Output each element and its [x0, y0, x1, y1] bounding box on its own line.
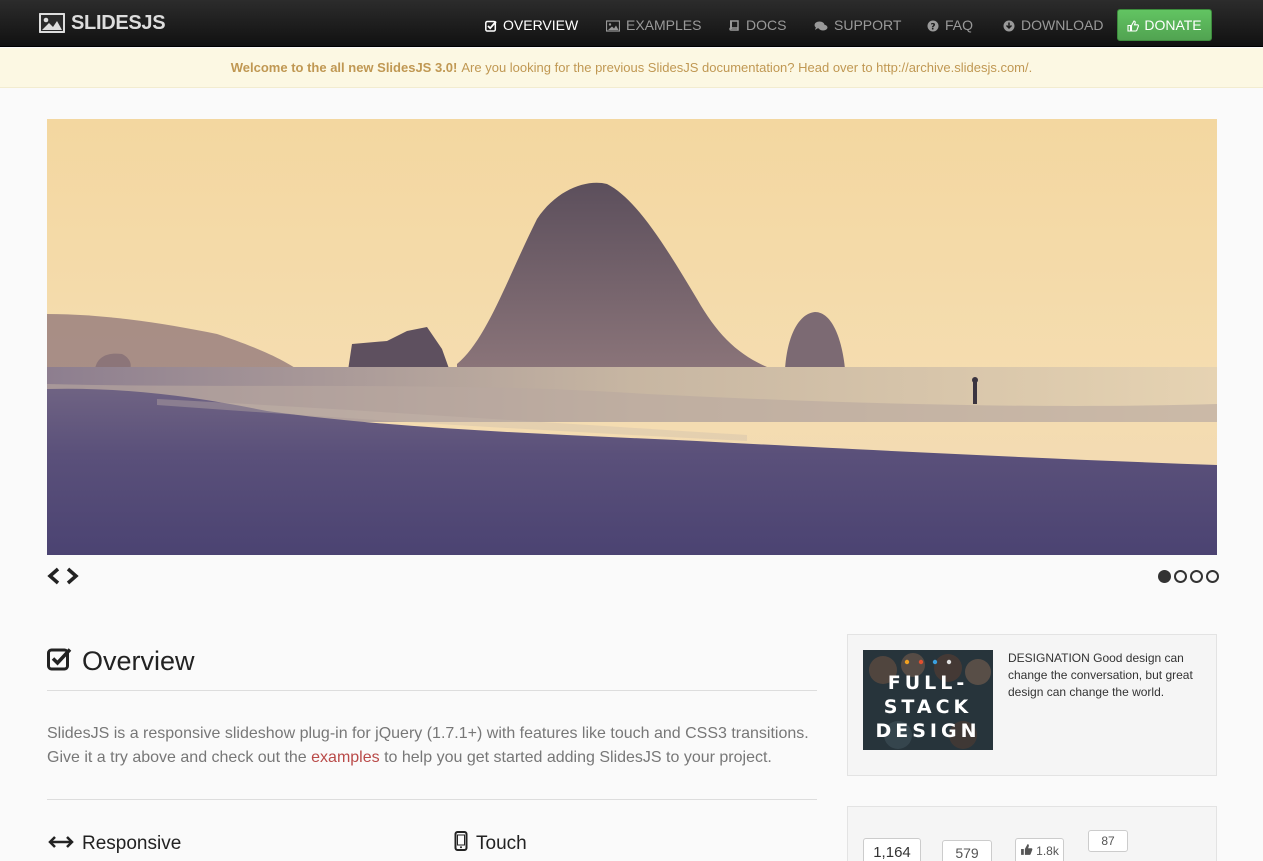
feature-responsive-label: Responsive: [82, 833, 182, 854]
resize-horizontal-icon: [48, 833, 74, 855]
nav-docs[interactable]: DOCS: [728, 16, 786, 34]
slideshow-next-button[interactable]: [64, 567, 80, 585]
thumbs-up-icon: [1127, 19, 1140, 32]
overview-title: Overview: [82, 645, 195, 676]
picture-icon: [39, 13, 65, 33]
svg-text:?: ?: [930, 22, 935, 32]
question-circle-icon: ?: [927, 19, 939, 32]
slide-dot-3[interactable]: [1190, 570, 1203, 583]
ad-image[interactable]: FULL- STACK DESIGN: [863, 650, 993, 750]
announcement-banner: Welcome to the all new SlidesJS 3.0! Are…: [0, 48, 1263, 88]
ad-copy[interactable]: DESIGNATION Good design can change the c…: [1008, 650, 1208, 701]
like-button[interactable]: 1.8k: [1015, 838, 1064, 861]
check-square-icon: [485, 19, 497, 32]
sponsor-ad[interactable]: FULL- STACK DESIGN DESIGNATION Good desi…: [847, 634, 1217, 776]
nav-download-label: DOWNLOAD: [1021, 17, 1104, 33]
share-count-1[interactable]: 1,164: [863, 838, 921, 861]
slide-dot-2[interactable]: [1174, 570, 1187, 583]
ad-image-text-line: STACK: [883, 696, 973, 718]
examples-link[interactable]: examples: [311, 749, 379, 766]
slideshow-prev-button[interactable]: [46, 567, 62, 585]
feature-touch-label: Touch: [476, 833, 527, 854]
chevron-right-icon: [66, 567, 79, 585]
overview-heading: Overview: [47, 645, 195, 677]
check-square-icon: [47, 647, 72, 676]
feature-touch: Touch: [454, 831, 527, 857]
brand-name: SLIDESJS: [71, 11, 166, 34]
nav-faq[interactable]: ? FAQ: [927, 16, 973, 34]
mobile-phone-icon: [454, 831, 468, 857]
nav-faq-label: FAQ: [945, 17, 974, 33]
divider: [47, 690, 817, 691]
share-count-2[interactable]: 579: [942, 840, 992, 861]
nav-examples-label: EXAMPLES: [626, 17, 702, 33]
divider: [47, 799, 817, 800]
slide-dot-4[interactable]: [1206, 570, 1219, 583]
announcement-text: Are you looking for the previous SlidesJ…: [461, 60, 1033, 75]
thumbs-up-icon: [1020, 843, 1033, 859]
nav-examples[interactable]: EXAMPLES: [605, 16, 702, 34]
overview-text-part: to help you get started adding SlidesJS …: [379, 749, 772, 766]
slideshow-pagination: [1158, 570, 1219, 583]
like-count: 1.8k: [1036, 844, 1059, 858]
nav-support[interactable]: SUPPORT: [814, 16, 901, 34]
brand-logo[interactable]: SLIDESJS: [39, 11, 166, 34]
overview-description: SlidesJS is a responsive slideshow plug-…: [47, 722, 817, 770]
nav-support-label: SUPPORT: [834, 17, 902, 33]
social-share-box: 1,164 579 1.8k 87: [847, 806, 1217, 861]
chevron-left-icon: [47, 567, 60, 585]
ad-image-text-line: FULL-: [887, 672, 969, 694]
slide-dot-1[interactable]: [1158, 570, 1171, 583]
book-icon: [728, 19, 740, 31]
slideshow-image[interactable]: [47, 119, 1217, 555]
navbar: SLIDESJS OVERVIEW EXAMPLES DOCS SUPPORT …: [0, 0, 1263, 47]
comments-icon: [814, 19, 828, 31]
download-icon: [1003, 19, 1015, 32]
announcement-title: Welcome to the all new SlidesJS 3.0!: [230, 60, 458, 75]
comment-count-bubble[interactable]: 87: [1088, 830, 1128, 852]
nav-overview[interactable]: OVERVIEW: [485, 16, 578, 34]
donate-label: DONATE: [1144, 17, 1202, 33]
donate-button[interactable]: DONATE: [1117, 9, 1212, 41]
nav-overview-label: OVERVIEW: [503, 17, 579, 33]
nav-download[interactable]: DOWNLOAD: [1003, 16, 1103, 34]
picture-icon: [605, 19, 621, 32]
nav-docs-label: DOCS: [746, 17, 787, 33]
feature-responsive: Responsive: [48, 833, 181, 855]
ad-image-text-line: DESIGN: [875, 720, 981, 742]
